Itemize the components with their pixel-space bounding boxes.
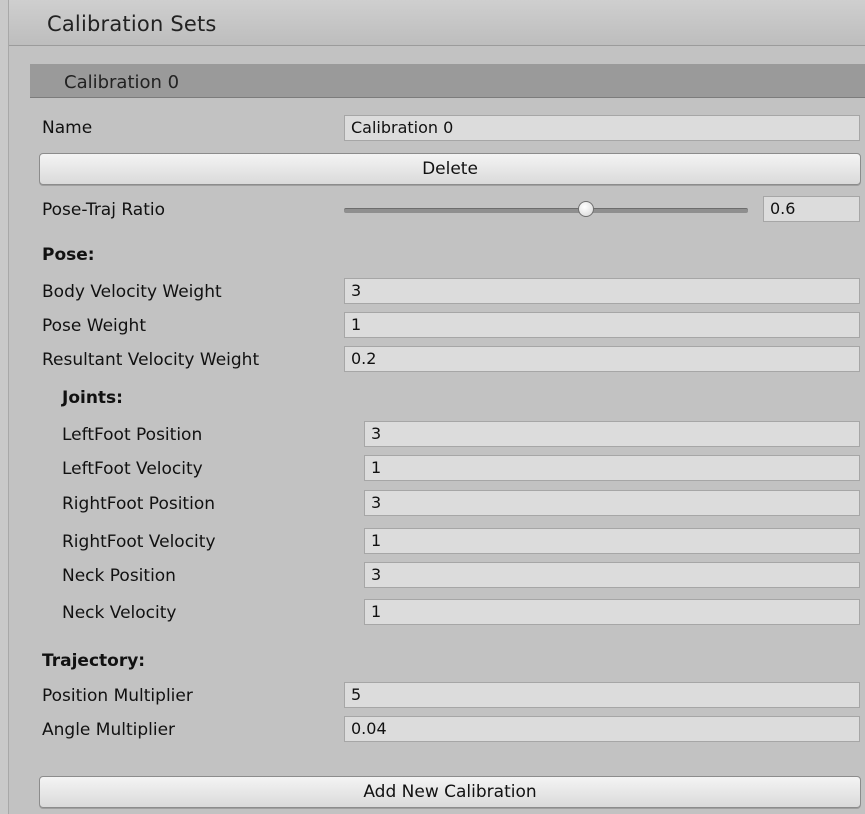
- angle-multiplier-label: Angle Multiplier: [42, 720, 176, 740]
- leftfoot-position-label: LeftFoot Position: [62, 425, 203, 445]
- pose-traj-ratio-slider-track[interactable]: [344, 208, 748, 213]
- neck-position-field[interactable]: 3: [364, 562, 860, 588]
- rightfoot-velocity-label: RightFoot Velocity: [62, 532, 216, 552]
- add-new-calibration-button[interactable]: Add New Calibration: [39, 776, 861, 808]
- resultant-velocity-weight-label: Resultant Velocity Weight: [42, 350, 260, 370]
- angle-multiplier-field[interactable]: 0.04: [344, 716, 860, 742]
- body-velocity-weight-field[interactable]: 3: [344, 278, 860, 304]
- leftfoot-velocity-field[interactable]: 1: [364, 455, 860, 481]
- trajectory-heading: Trajectory:: [42, 651, 146, 671]
- position-multiplier-field[interactable]: 5: [344, 682, 860, 708]
- neck-velocity-label: Neck Velocity: [62, 603, 177, 623]
- pose-traj-ratio-slider-thumb[interactable]: [578, 201, 595, 217]
- calibration-sets-header[interactable]: Calibration Sets: [9, 0, 865, 46]
- neck-velocity-field[interactable]: 1: [364, 599, 860, 625]
- panel-left-edge: [0, 0, 9, 814]
- body-velocity-weight-label: Body Velocity Weight: [42, 282, 222, 302]
- pose-heading: Pose:: [42, 245, 95, 265]
- calibration-title: Calibration 0: [64, 72, 180, 93]
- panel-title: Calibration Sets: [47, 12, 217, 36]
- neck-position-label: Neck Position: [62, 566, 176, 586]
- rightfoot-position-label: RightFoot Position: [62, 494, 215, 514]
- rightfoot-position-field[interactable]: 3: [364, 490, 860, 516]
- resultant-velocity-weight-field[interactable]: 0.2: [344, 346, 860, 372]
- inspector-panel: Calibration Sets Calibration 0 Name Cali…: [0, 0, 865, 814]
- leftfoot-position-field[interactable]: 3: [364, 421, 860, 447]
- pose-traj-ratio-field[interactable]: 0.6: [763, 196, 860, 222]
- position-multiplier-label: Position Multiplier: [42, 686, 193, 706]
- leftfoot-velocity-label: LeftFoot Velocity: [62, 459, 203, 479]
- calibration-foldout-header[interactable]: Calibration 0: [30, 64, 865, 98]
- name-field[interactable]: Calibration 0: [344, 115, 860, 141]
- pose-traj-ratio-label: Pose-Traj Ratio: [42, 200, 166, 220]
- name-label: Name: [42, 118, 93, 138]
- pose-weight-label: Pose Weight: [42, 316, 146, 336]
- delete-button[interactable]: Delete: [39, 153, 861, 185]
- joints-heading: Joints:: [62, 388, 123, 408]
- pose-weight-field[interactable]: 1: [344, 312, 860, 338]
- rightfoot-velocity-field[interactable]: 1: [364, 528, 860, 554]
